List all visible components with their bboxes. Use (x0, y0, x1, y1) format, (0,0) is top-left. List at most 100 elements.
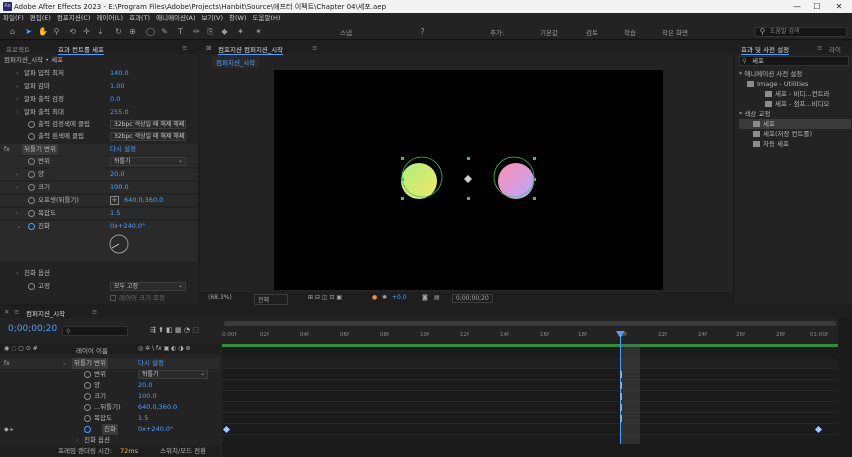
resize-layer-checkbox[interactable] (110, 295, 116, 301)
dolly-tool-icon[interactable]: ⇣ (96, 27, 105, 36)
cell-shape-left[interactable] (401, 163, 437, 199)
hand-tool-icon[interactable]: ✋ (38, 27, 48, 36)
param-row[interactable]: 레이어 크기 조정 (0, 293, 198, 304)
stopwatch-active-icon[interactable] (28, 223, 35, 230)
evolution-dial-icon[interactable] (108, 233, 130, 255)
param-row[interactable]: › 알파 감마 1.00 (0, 81, 198, 92)
eraser-tool-icon[interactable]: ◆ (220, 27, 229, 36)
exposure-icon[interactable]: ✺ (382, 294, 387, 301)
maximize-button[interactable]: ☐ (810, 1, 824, 12)
layer-search-input[interactable]: ⚲ (62, 326, 128, 336)
stopwatch-icon[interactable] (28, 197, 35, 204)
panel-menu-icon[interactable]: ≡ (817, 44, 822, 52)
panel-menu-icon[interactable]: ≡ (14, 308, 19, 316)
brush-tool-icon[interactable]: ✏ (192, 27, 201, 36)
exposure-value[interactable]: +0.0 (392, 294, 407, 301)
keyframe-marker[interactable] (620, 371, 622, 378)
clip-black-dropdown[interactable]: 32bpc 색상일 때 해제 해제 (110, 120, 186, 129)
preset-item[interactable]: 세포 - 점프...비디오 (765, 99, 851, 109)
effects-search-input[interactable]: 세포 (739, 56, 849, 66)
timeline-layer-row-evolution[interactable]: ◆ ▸ 진화 0x+240.0° (0, 424, 220, 435)
view-options-icon[interactable]: ⊞ ⊟ ◫ ⊡ ▣ (308, 294, 342, 301)
timeline-layer-row[interactable]: 복잡도 1.5 (0, 413, 220, 424)
stopwatch-icon[interactable] (28, 171, 35, 178)
tab-composition[interactable]: 컴포지션 컴퍼지션_시작 (218, 44, 284, 55)
color-channel-icon[interactable]: ● (372, 294, 377, 301)
close-button[interactable]: ✕ (832, 1, 846, 12)
workspace-small-screen[interactable]: 작은 화면 (662, 27, 688, 37)
param-row[interactable]: 변위 뒤틀기 (0, 156, 198, 167)
snap-checkbox-label[interactable]: 스냅 (340, 27, 352, 37)
param-row[interactable]: › 양 20.0 (0, 169, 198, 180)
preset-folder-animation[interactable]: * 애니메이션 사전 설정 (739, 69, 851, 79)
stopwatch-icon[interactable] (28, 158, 35, 165)
workspace-learn[interactable]: 학습 (624, 27, 636, 37)
anchor-point-icon[interactable] (464, 175, 472, 183)
lock-icon[interactable]: ⊠ (206, 44, 211, 52)
timeline-layer-row[interactable]: 크기 100.0 (0, 391, 220, 402)
effect-item-selected[interactable]: 세포 (739, 119, 851, 129)
stopwatch-icon[interactable] (28, 210, 35, 217)
shape-tool-icon[interactable]: ◯ (146, 27, 155, 36)
param-row[interactable]: 고정 모두 고정 (0, 281, 198, 292)
help-question-icon[interactable]: ? (418, 27, 427, 36)
reset-link[interactable]: 다시 설정 (110, 144, 136, 155)
timeline-layer-row[interactable]: 양 20.0 (0, 380, 220, 391)
param-row[interactable]: › 복잡도 1.5 (0, 208, 198, 219)
stopwatch-active-icon[interactable] (84, 426, 91, 433)
pen-tool-icon[interactable]: ✎ (160, 27, 169, 36)
keyframe-marker[interactable] (620, 393, 622, 400)
panel-menu-icon[interactable]: ≡ (92, 308, 97, 316)
displacement-dropdown[interactable]: 뒤틀기 (110, 157, 186, 166)
menu-layer[interactable]: 레이어(L) (93, 13, 126, 24)
toggle-switches-modes[interactable]: 스위치/모드 전환 (160, 446, 206, 457)
help-search-input[interactable]: 도움말 검색 (755, 27, 847, 37)
menu-edit[interactable]: 편집(E) (27, 13, 54, 24)
tab-timeline-comp[interactable]: 컴퍼지션_시작 (26, 308, 66, 319)
stopwatch-icon[interactable] (28, 133, 35, 140)
timeline-layer-row[interactable]: ...뒤틀기) 640.0,360.0 (0, 402, 220, 413)
menu-composition[interactable]: 컴포지션(C) (54, 13, 94, 24)
work-area-bar[interactable] (224, 321, 836, 326)
param-row-evolution[interactable]: ⌄ 진화 0x+240.0° (0, 221, 198, 261)
workspace-review[interactable]: 검토 (586, 27, 598, 37)
param-row[interactable]: › 알파 출력 최대 255.0 (0, 107, 198, 118)
pinning-dropdown[interactable]: 모두 고정 (110, 282, 186, 291)
stopwatch-icon[interactable] (28, 121, 35, 128)
anchor-tool-icon[interactable]: ⊕ (128, 27, 137, 36)
timeline-switches-icons[interactable]: ⇶ ⬆ ◧ ▦ ◔ ⬚ (150, 326, 199, 334)
home-icon[interactable]: ⌂ (8, 27, 17, 36)
selection-tool-icon[interactable]: ➤ (24, 27, 33, 36)
tab-project[interactable]: 프로젝트 (6, 44, 30, 54)
effect-item[interactable]: 자동 세포 (753, 139, 851, 149)
rotate-tool-icon[interactable]: ↻ (114, 27, 123, 36)
menu-help[interactable]: 도움말(H) (250, 13, 284, 24)
displacement-dropdown[interactable]: 뒤틀기 (138, 370, 208, 379)
preset-folder-image-utilities[interactable]: Image - Utilities (747, 79, 851, 89)
tab-effects-presets[interactable]: 효과 및 사전 설정 (741, 44, 790, 55)
orbit-tool-icon[interactable]: ⟲ (68, 27, 77, 36)
tab-library[interactable]: 라이 (829, 44, 841, 54)
timeline-tracks-area[interactable]: 0:00f 02f 04f 06f 08f 10f 12f 14f 16f 18… (222, 318, 852, 457)
composition-viewer[interactable] (274, 70, 663, 290)
param-row[interactable]: › 크기 100.0 (0, 182, 198, 193)
param-row[interactable]: 출력 검정색에 클립 32bpc 색상일 때 해제 해제 (0, 119, 198, 130)
keyframe-marker[interactable] (620, 382, 622, 389)
menu-effect[interactable]: 효과(T) (126, 13, 153, 24)
clip-white-dropdown[interactable]: 32bpc 색상일 때 해제 해제 (110, 132, 186, 141)
stopwatch-icon[interactable] (84, 382, 91, 389)
stopwatch-icon[interactable] (28, 283, 35, 290)
effect-item[interactable]: 세포(저장 컨트롤) (753, 129, 851, 139)
comp-timecode[interactable]: 0;00;00;20 (452, 294, 493, 303)
stopwatch-icon[interactable] (84, 393, 91, 400)
type-tool-icon[interactable]: T (176, 27, 185, 36)
minimize-button[interactable]: — (790, 1, 804, 12)
menu-window[interactable]: 창(W) (226, 13, 249, 24)
comp-breadcrumb[interactable]: 컴퍼지션_시작 (212, 56, 260, 68)
column-layer-name[interactable]: 레이어 이름 (76, 345, 108, 355)
pan-tool-icon[interactable]: ✛ (82, 27, 91, 36)
time-ruler[interactable]: 0:00f 02f 04f 06f 08f 10f 12f 14f 16f 18… (222, 318, 838, 344)
show-snapshot-icon[interactable]: ▤ (434, 294, 440, 301)
param-row[interactable]: › 알파 입력 최저 140.0 (0, 68, 198, 79)
effect-folder-color-correction[interactable]: * 색상 교정 (739, 109, 851, 119)
